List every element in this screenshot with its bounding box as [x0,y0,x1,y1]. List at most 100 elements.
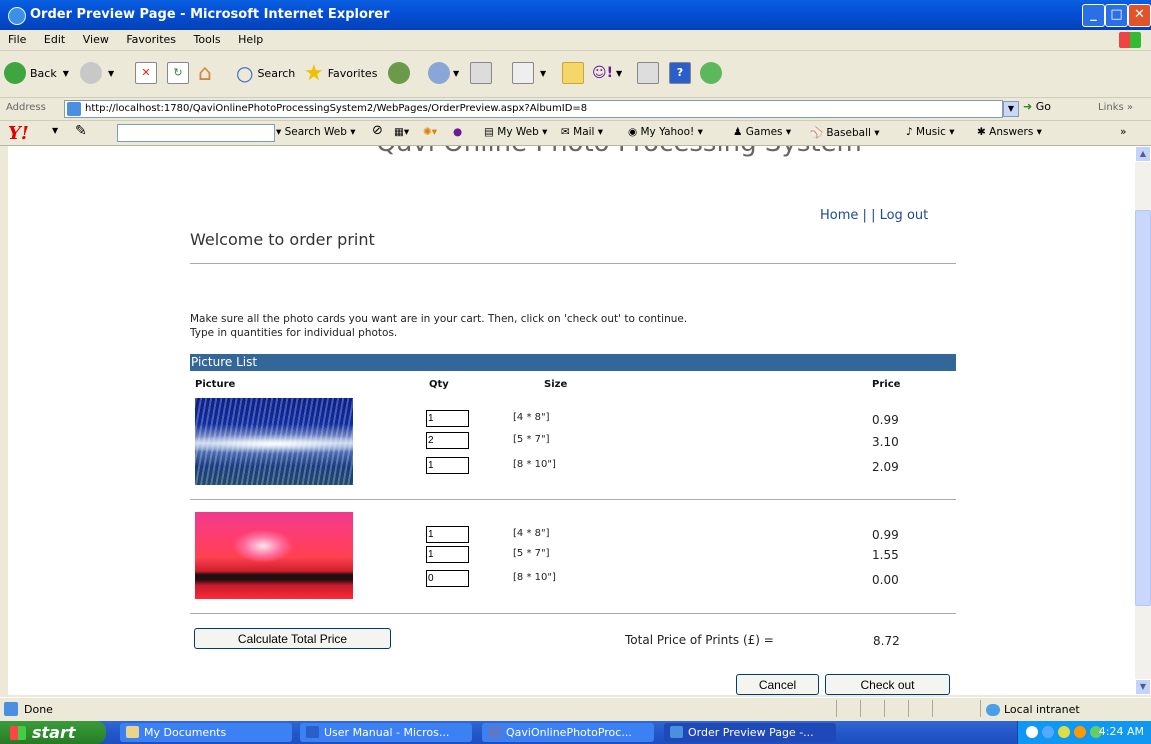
status-pane [860,700,861,717]
page-icon [67,102,81,116]
yahoo-menu-dropdown-icon[interactable]: ▼ [52,126,58,135]
qty-input[interactable] [426,410,469,427]
window-left-border [0,146,8,695]
folder-icon [126,726,139,738]
size-label: [8 * 10"] [513,572,556,583]
address-input[interactable]: http://localhost:1780/QaviOnlinePhotoPro… [64,100,1003,118]
cancel-button[interactable]: Cancel [736,674,819,695]
search-button[interactable]: ○ Search [236,60,295,86]
menu-file[interactable]: File [8,30,26,50]
qty-input[interactable] [426,570,469,587]
search-web-button[interactable]: ▾ Search Web ▾ [276,126,356,138]
menu-tools[interactable]: Tools [194,30,221,50]
print-button[interactable] [470,60,492,86]
qty-input[interactable] [426,526,469,543]
column-header-price: Price [872,379,901,390]
folder-icon [562,62,584,84]
home-link[interactable]: Home [820,208,858,223]
go-button[interactable]: ➜ Go [1023,100,1051,113]
check-out-button[interactable]: Check out [825,674,950,695]
edit-button[interactable]: ▼ [512,60,546,86]
yahoo-toolbar: Y! ▼ ✎ ▾ Search Web ▾ ⊘ ▦▾ ✺▾ ● ▤ My Web… [0,121,1151,146]
baseball-button[interactable]: ⚾ Baseball ▾ [810,126,880,139]
my-web-button[interactable]: ▤ My Web ▾ [484,126,547,138]
status-text: Done [24,703,53,716]
scroll-down-icon[interactable]: ▼ [1135,679,1151,695]
mail-button-yahoo[interactable]: ✉ Mail ▾ [561,126,603,138]
menu-edit[interactable]: Edit [44,30,65,50]
address-url: http://localhost:1780/QaviOnlinePhotoPro… [85,103,588,114]
menu-favorites[interactable]: Favorites [126,30,176,50]
mail-button[interactable]: ▼ [428,60,459,86]
nav-links: Home | | Log out [820,208,928,223]
menu-view[interactable]: View [83,30,109,50]
price-value: 1.55 [872,548,899,562]
site-title: Qavi Online Photo Processing System [376,146,862,158]
menu-help[interactable]: Help [238,30,263,50]
size-label: [5 * 7"] [513,548,550,559]
qty-input[interactable] [426,432,469,449]
taskbar-item-user-manual[interactable]: User Manual - Micros... [300,723,472,742]
refresh-icon: ↻ [167,62,189,84]
my-yahoo-button[interactable]: ◉ My Yahoo! ▾ [628,126,703,138]
address-label: Address [6,102,46,113]
games-button[interactable]: ♟ Games ▾ [733,126,791,138]
forward-button[interactable]: ▼ [80,60,114,86]
close-button[interactable]: ✕ [1128,4,1151,27]
back-button[interactable]: Back ▼ [4,60,69,86]
tray-messenger-icon[interactable] [1074,726,1086,738]
vertical-scrollbar[interactable]: ▲ ▼ [1135,146,1151,695]
music-button[interactable]: ♪ Music ▾ [906,126,955,138]
favorites-button[interactable]: ★ Favorites [304,60,377,86]
yahoo-logo-icon[interactable]: Y! [8,123,29,144]
eraser-icon[interactable]: ⊘ [372,123,383,138]
address-dropdown-icon[interactable]: ▼ [1003,101,1019,117]
home-button[interactable]: ⌂ [198,60,212,86]
ie-icon [670,726,683,738]
minimize-button[interactable]: _ [1082,4,1105,27]
folder-button[interactable] [562,60,584,86]
help-button[interactable]: ? [669,60,691,86]
antispy-icon[interactable]: ✺▾ [423,126,437,138]
price-value: 0.00 [872,573,899,587]
help-icon: ? [669,62,691,84]
links-button[interactable]: Links » [1098,102,1133,113]
yahoo-messenger-button[interactable]: ☺! ▼ [592,60,622,86]
bookmarks-icon[interactable]: ▦▾ [394,126,409,138]
instruction-text-2: Type in quantities for individual photos… [190,327,398,339]
yahoo-search-input[interactable] [117,124,275,142]
tray-network-icon[interactable] [1042,726,1054,738]
answers-button[interactable]: ✱ Answers ▾ [977,126,1042,138]
tray-volume-icon[interactable] [1058,726,1070,738]
pencil-icon[interactable]: ✎ [75,123,87,139]
nav-separator: | [871,208,876,223]
history-button[interactable] [388,60,410,86]
stop-button[interactable]: ✕ [135,60,157,86]
row-divider [190,613,956,614]
taskbar-item-order-preview[interactable]: Order Preview Page -... [664,723,836,742]
visual-studio-icon [488,726,501,738]
toolbar-overflow-icon[interactable]: » [1120,126,1126,138]
logout-link[interactable]: Log out [880,208,929,223]
taskbar: start My Documents User Manual - Micros.… [0,721,1151,744]
scroll-up-icon[interactable]: ▲ [1135,146,1151,162]
tray-back-icon[interactable] [1026,726,1038,738]
qty-input[interactable] [426,457,469,474]
security-zone: Local intranet [986,703,1080,716]
calculate-total-price-button[interactable]: Calculate Total Price [194,628,391,649]
research-button[interactable] [637,60,659,86]
taskbar-item-qavi-project[interactable]: QaviOnlinePhotoProc... [482,723,654,742]
start-button[interactable]: start [0,721,106,744]
scrollbar-thumb[interactable] [1135,210,1151,606]
messenger-icon [700,62,722,84]
status-pane [908,700,909,717]
refresh-button[interactable]: ↻ [167,60,189,86]
window-titlebar[interactable]: Order Preview Page - Microsoft Internet … [0,0,1151,30]
messenger-button[interactable] [700,60,722,86]
popup-blocker-icon[interactable]: ● [453,126,462,138]
taskbar-item-my-documents[interactable]: My Documents [120,723,292,742]
maximize-button[interactable]: □ [1105,4,1128,27]
local-intranet-icon [986,704,1000,716]
qty-input[interactable] [426,546,469,563]
nav-separator: | [862,208,867,223]
